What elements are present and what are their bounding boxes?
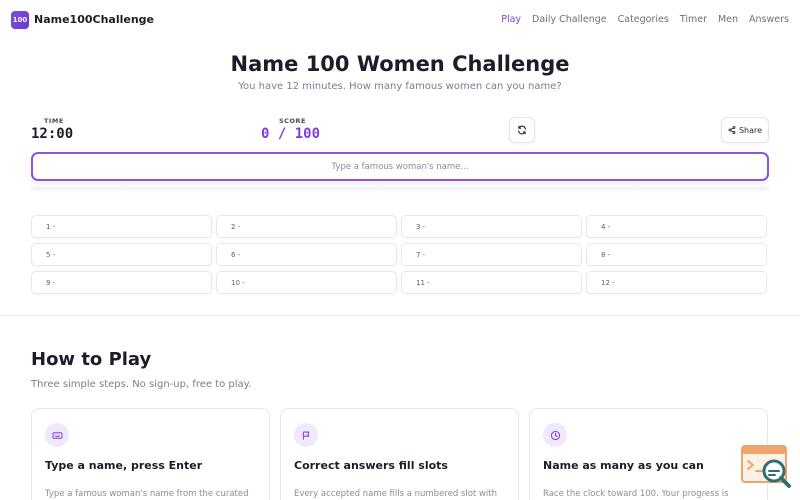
step-card-title: Type a name, press Enter [45,459,203,472]
time-value: 12:00 [31,126,74,142]
answer-slot: 1 - [31,215,212,238]
page-title: Name 100 Women Challenge [230,52,570,76]
step-card-title: Name as many as you can [543,459,704,472]
answer-slot: 12 - [586,271,767,294]
answer-slot: 6 - [216,243,397,266]
answer-slot: 9 - [31,271,212,294]
nav-categories[interactable]: Categories [618,14,669,25]
refresh-icon [518,125,526,135]
step-card-text: Every accepted name fills a numbered slo… [294,489,497,499]
name-input[interactable] [33,154,767,180]
section-divider [0,315,800,316]
keyboard-icon [45,423,69,447]
main-nav: Play Daily Challenge Categories Timer Me… [501,14,789,25]
answer-slot: 3 - [401,215,582,238]
step-card-fill-slots: Correct answers fill slots Every accepte… [280,408,519,500]
share-button[interactable]: Share [721,117,769,143]
score-value: 0 / 100 [261,126,321,142]
brand-name[interactable]: Name100Challenge [34,13,154,26]
step-card-type-name: Type a name, press Enter Type a famous w… [31,408,270,500]
answer-slot: 4 - [586,215,767,238]
answer-slot: 7 - [401,243,582,266]
answer-slots-grid: 1 - 2 - 3 - 4 - 5 - 6 - 7 - 8 - 9 - 10 -… [31,215,769,294]
step-card-text: Race the clock toward 100. Your progress… [543,489,729,499]
logo-icon[interactable]: 100 [11,11,29,29]
feedback-widget-icon[interactable] [740,444,792,494]
step-card-title: Correct answers fill slots [294,459,448,472]
share-label: Share [738,125,763,135]
nav-timer[interactable]: Timer [680,14,707,25]
nav-men[interactable]: Men [718,14,738,25]
nav-play[interactable]: Play [501,14,521,25]
answer-slot: 11 - [401,271,582,294]
answer-slot: 2 - [216,215,397,238]
clock-icon [543,423,567,447]
top-navbar: 100 Name100Challenge Play Daily Challeng… [0,0,800,40]
flag-icon [294,423,318,447]
nav-daily-challenge[interactable]: Daily Challenge [532,14,607,25]
how-to-play-title: How to Play [31,349,152,370]
answer-slot: 8 - [586,243,767,266]
answer-slot: 5 - [31,243,212,266]
time-label: TIME [44,117,64,125]
how-to-play-subtitle: Three simple steps. No sign-up, free to … [31,379,252,390]
name-input-wrapper [31,152,769,181]
step-card-text: Type a famous woman's name from the cura… [45,489,249,499]
page-subtitle: You have 12 minutes. How many famous wom… [238,81,562,92]
answer-slot: 10 - [216,271,397,294]
score-label: SCORE [279,117,306,125]
input-divider [31,187,769,191]
reset-button[interactable] [509,117,535,143]
share-icon [728,126,736,134]
step-card-name-many: Name as many as you can Race the clock t… [529,408,768,500]
nav-answers[interactable]: Answers [749,14,789,25]
